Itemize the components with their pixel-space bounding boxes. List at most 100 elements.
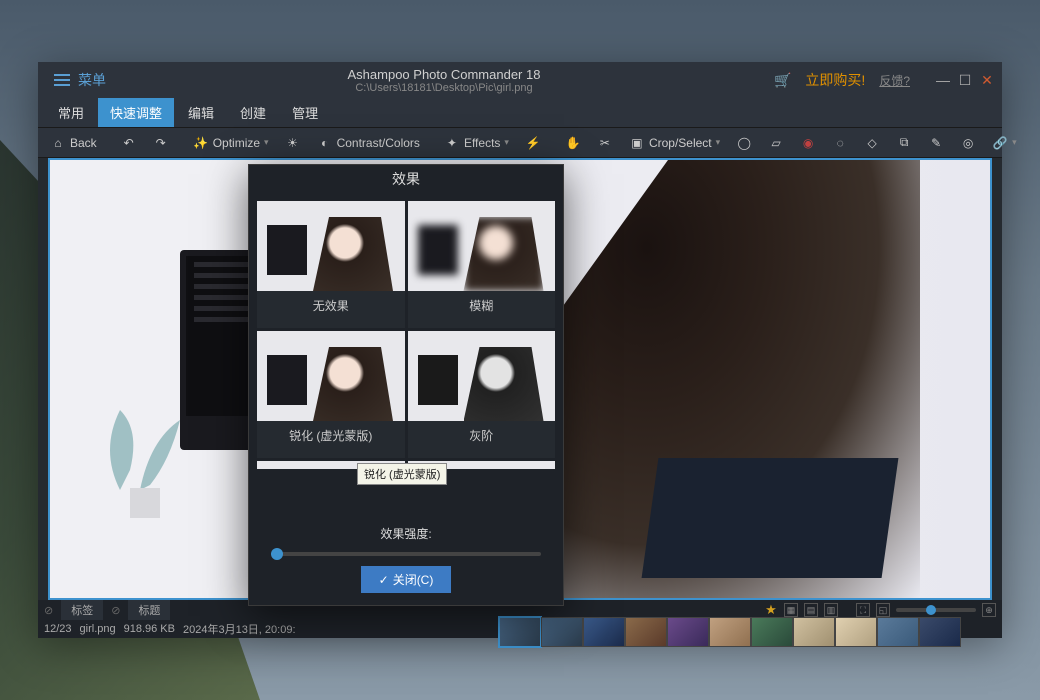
tool-lasso-button[interactable]: ◯: [730, 132, 758, 154]
hamburger-icon: [54, 74, 70, 86]
tool-focus-button[interactable]: ◎: [954, 132, 982, 154]
status-date: 2024年3月13日, 20:09:: [183, 621, 296, 637]
dialog-title: 效果: [249, 165, 563, 193]
contrast-icon: ◐: [317, 135, 333, 151]
crop-icon: ▣: [629, 135, 645, 151]
brightness-button[interactable]: ☀: [279, 132, 307, 154]
thumbnail[interactable]: [920, 618, 960, 646]
home-icon: ⌂: [50, 135, 66, 151]
tool-link-button[interactable]: 🔗▾: [986, 132, 1023, 154]
thumbnail[interactable]: [584, 618, 624, 646]
thumbnail[interactable]: [542, 618, 582, 646]
title-bar: 菜单 Ashampoo Photo Commander 18 C:\Users\…: [38, 62, 1002, 98]
contrast-button[interactable]: ◐Contrast/Colors: [311, 132, 426, 154]
menu-button[interactable]: 菜单: [46, 66, 114, 94]
feedback-link[interactable]: 反馈?: [879, 72, 910, 89]
check-icon: ✓: [379, 573, 389, 587]
effect-label: 灰阶: [408, 421, 556, 458]
wand-icon: ✨: [193, 135, 209, 151]
effects-button[interactable]: ✦Effects▾: [438, 132, 515, 154]
eraser-icon: ◇: [864, 135, 880, 151]
sidebar-right[interactable]: [992, 158, 1002, 600]
hand-icon: ✋: [565, 135, 581, 151]
clone-icon: ⧉: [896, 135, 912, 151]
link-icon: 🔗: [992, 135, 1008, 151]
thumbnail[interactable]: [668, 618, 708, 646]
thumbnail[interactable]: [836, 618, 876, 646]
zoom-slider[interactable]: [896, 608, 976, 612]
favorite-icon[interactable]: ★: [764, 603, 778, 617]
effect-label: 模糊: [408, 291, 556, 328]
bottom-tab-title[interactable]: 标题: [128, 600, 170, 620]
thumbnail[interactable]: [794, 618, 834, 646]
view-1-icon[interactable]: ▦: [784, 603, 798, 617]
effect-blur[interactable]: 模糊: [408, 201, 556, 328]
intensity-slider[interactable]: [271, 552, 541, 556]
tooltip: 锐化 (虚光蒙版): [357, 463, 447, 485]
tool-perspective-button[interactable]: ▱: [762, 132, 790, 154]
thumbnail[interactable]: [500, 618, 540, 646]
effect-sharpen[interactable]: 锐化 (虚光蒙版): [257, 331, 405, 458]
menu-label: 菜单: [78, 70, 106, 90]
status-filename: girl.png: [80, 623, 116, 635]
photo-laptop: [642, 458, 899, 578]
effect-label: 无效果: [257, 291, 405, 328]
target-icon: ◎: [960, 135, 976, 151]
back-button[interactable]: ⌂Back: [44, 132, 103, 154]
file-path: C:\Users\18181\Desktop\Pic\girl.png: [114, 82, 774, 94]
tab-edit[interactable]: 编辑: [176, 98, 226, 127]
tool-redeye-button[interactable]: ◉: [794, 132, 822, 154]
spot-icon: ◌: [832, 135, 848, 151]
lasso-icon: ◯: [736, 135, 752, 151]
main-tabs: 常用 快速调整 编辑 创建 管理: [38, 98, 1002, 128]
thumbnail[interactable]: [752, 618, 792, 646]
thumbnail[interactable]: [878, 618, 918, 646]
undo-button[interactable]: ↶: [115, 132, 143, 154]
cart-icon[interactable]: 🛒: [774, 72, 791, 89]
sharpen-button[interactable]: ⚡: [519, 132, 547, 154]
tool-brush-button[interactable]: ✎: [922, 132, 950, 154]
buy-now-link[interactable]: 立即购买!: [805, 70, 865, 90]
view-3-icon[interactable]: ▥: [824, 603, 838, 617]
effect-none[interactable]: 无效果: [257, 201, 405, 328]
status-index: 12/23: [44, 623, 72, 635]
optimize-button[interactable]: ✨Optimize▾: [187, 132, 275, 154]
tool-5-button[interactable]: ◌: [826, 132, 854, 154]
close-button[interactable]: ✕: [980, 73, 994, 87]
fit-icon[interactable]: ◱: [876, 603, 890, 617]
photo-plant: [90, 390, 210, 530]
sidebar-left[interactable]: [38, 158, 48, 600]
crop-button[interactable]: ▣Crop/Select▾: [623, 132, 726, 154]
resize-button[interactable]: ⤢Resize▾: [1035, 132, 1040, 154]
undo-icon: ↶: [121, 135, 137, 151]
effects-dialog: 效果 无效果 模糊 锐化 (虚光蒙版) 灰阶: [248, 164, 564, 606]
status-size: 918.96 KB: [124, 623, 175, 635]
intensity-label: 效果强度:: [380, 525, 431, 542]
effect-grayscale[interactable]: 灰阶: [408, 331, 556, 458]
dialog-close-button[interactable]: ✓ 关闭(C): [361, 566, 452, 593]
bottom-tab-tag[interactable]: 标签: [61, 600, 103, 620]
redo-icon: ↷: [153, 135, 169, 151]
view-2-icon[interactable]: ▤: [804, 603, 818, 617]
sharpen-icon: ⚡: [525, 135, 541, 151]
minimize-button[interactable]: —: [936, 73, 950, 87]
zoom-reset-icon[interactable]: ⊕: [982, 603, 996, 617]
redo-button[interactable]: ↷: [147, 132, 175, 154]
tab-common[interactable]: 常用: [46, 98, 96, 127]
tab-quick-adjust[interactable]: 快速调整: [98, 98, 174, 127]
scissors-button[interactable]: ✂: [591, 132, 619, 154]
tab-create[interactable]: 创建: [228, 98, 278, 127]
brush-icon: ✎: [928, 135, 944, 151]
redeye-icon: ◉: [800, 135, 816, 151]
fullscreen-icon[interactable]: ⛶: [856, 603, 870, 617]
maximize-button[interactable]: ☐: [958, 73, 972, 87]
thumbnail[interactable]: [710, 618, 750, 646]
sparkle-icon: ✦: [444, 135, 460, 151]
tool-clone-button[interactable]: ⧉: [890, 132, 918, 154]
tool-eraser-button[interactable]: ◇: [858, 132, 886, 154]
thumbnail[interactable]: [626, 618, 666, 646]
hand-button[interactable]: ✋: [559, 132, 587, 154]
tab-manage[interactable]: 管理: [280, 98, 330, 127]
sun-icon: ☀: [285, 135, 301, 151]
scissors-icon: ✂: [597, 135, 613, 151]
